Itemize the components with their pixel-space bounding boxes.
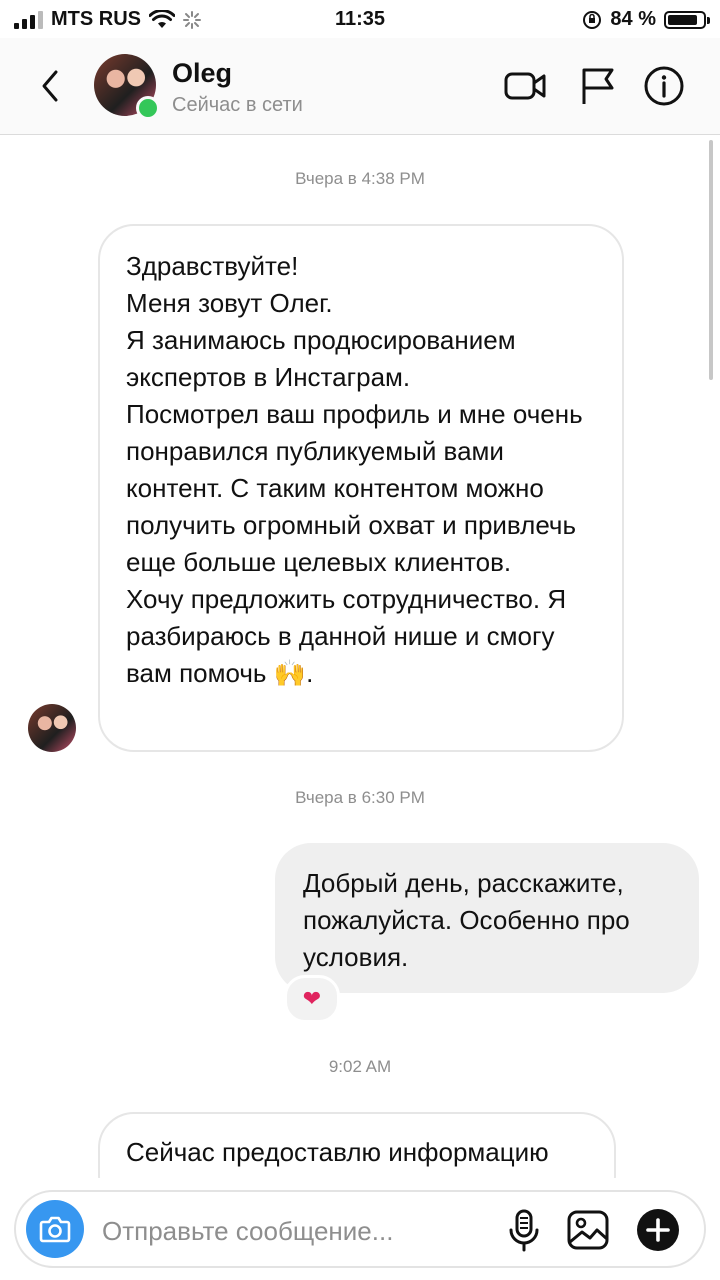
- scrollbar[interactable]: [709, 140, 713, 380]
- message-timestamp: Вчера в 4:38 PM: [295, 169, 425, 188]
- reaction-emoji: ❤: [302, 986, 322, 1011]
- status-right: 84 %: [582, 8, 710, 31]
- message-paragraph: Здравствуйте!: [126, 251, 299, 281]
- message-paragraph: Хочу предложить сотрудничество. Я разбир…: [126, 584, 567, 688]
- message-timestamp: Вчера в 6:30 PM: [295, 788, 425, 807]
- message-paragraph: Я занимаюсь продюсированием экспертов в …: [126, 325, 516, 392]
- camera-button[interactable]: [26, 1200, 84, 1258]
- video-camera-icon[interactable]: [503, 64, 547, 108]
- message-text: Сейчас предоставлю информацию: [126, 1137, 549, 1167]
- heart-reaction-icon[interactable]: ❤: [284, 975, 340, 1023]
- message-text: Добрый день, расскажите, пожалуйста. Осо…: [303, 868, 630, 972]
- battery-icon: [664, 10, 710, 29]
- contact-status: Сейчас в сети: [172, 94, 303, 116]
- gallery-image-icon[interactable]: [564, 1206, 612, 1254]
- contact-name[interactable]: Oleg: [172, 58, 232, 89]
- info-icon[interactable]: [642, 64, 686, 108]
- composer-area: [0, 1178, 720, 1280]
- flag-icon[interactable]: [576, 64, 620, 108]
- microphone-icon[interactable]: [500, 1206, 548, 1254]
- battery-percent: 84 %: [610, 8, 656, 30]
- back-chevron-icon[interactable]: [36, 68, 66, 104]
- camera-icon: [39, 1216, 71, 1243]
- plus-circle-icon[interactable]: [634, 1206, 682, 1254]
- message-paragraph: Посмотрел ваш профиль и мне очень понрав…: [126, 399, 583, 577]
- outgoing-message-bubble[interactable]: Добрый день, расскажите, пожалуйста. Осо…: [275, 843, 699, 993]
- message-timestamp: 9:02 AM: [328, 1057, 392, 1076]
- status-bar: MTS RUS 11:35 84 %: [0, 0, 720, 38]
- message-input[interactable]: [100, 1210, 484, 1252]
- message-paragraph: Меня зовут Олег.: [126, 288, 333, 318]
- online-indicator: [136, 96, 160, 120]
- chat-header: Oleg Сейчас в сети: [0, 38, 720, 135]
- orientation-lock-icon: [583, 10, 602, 29]
- message-composer: [14, 1190, 706, 1268]
- sender-avatar[interactable]: [28, 704, 76, 752]
- incoming-message-bubble[interactable]: Здравствуйте! Меня зовут Олег. Я занимаю…: [98, 224, 624, 752]
